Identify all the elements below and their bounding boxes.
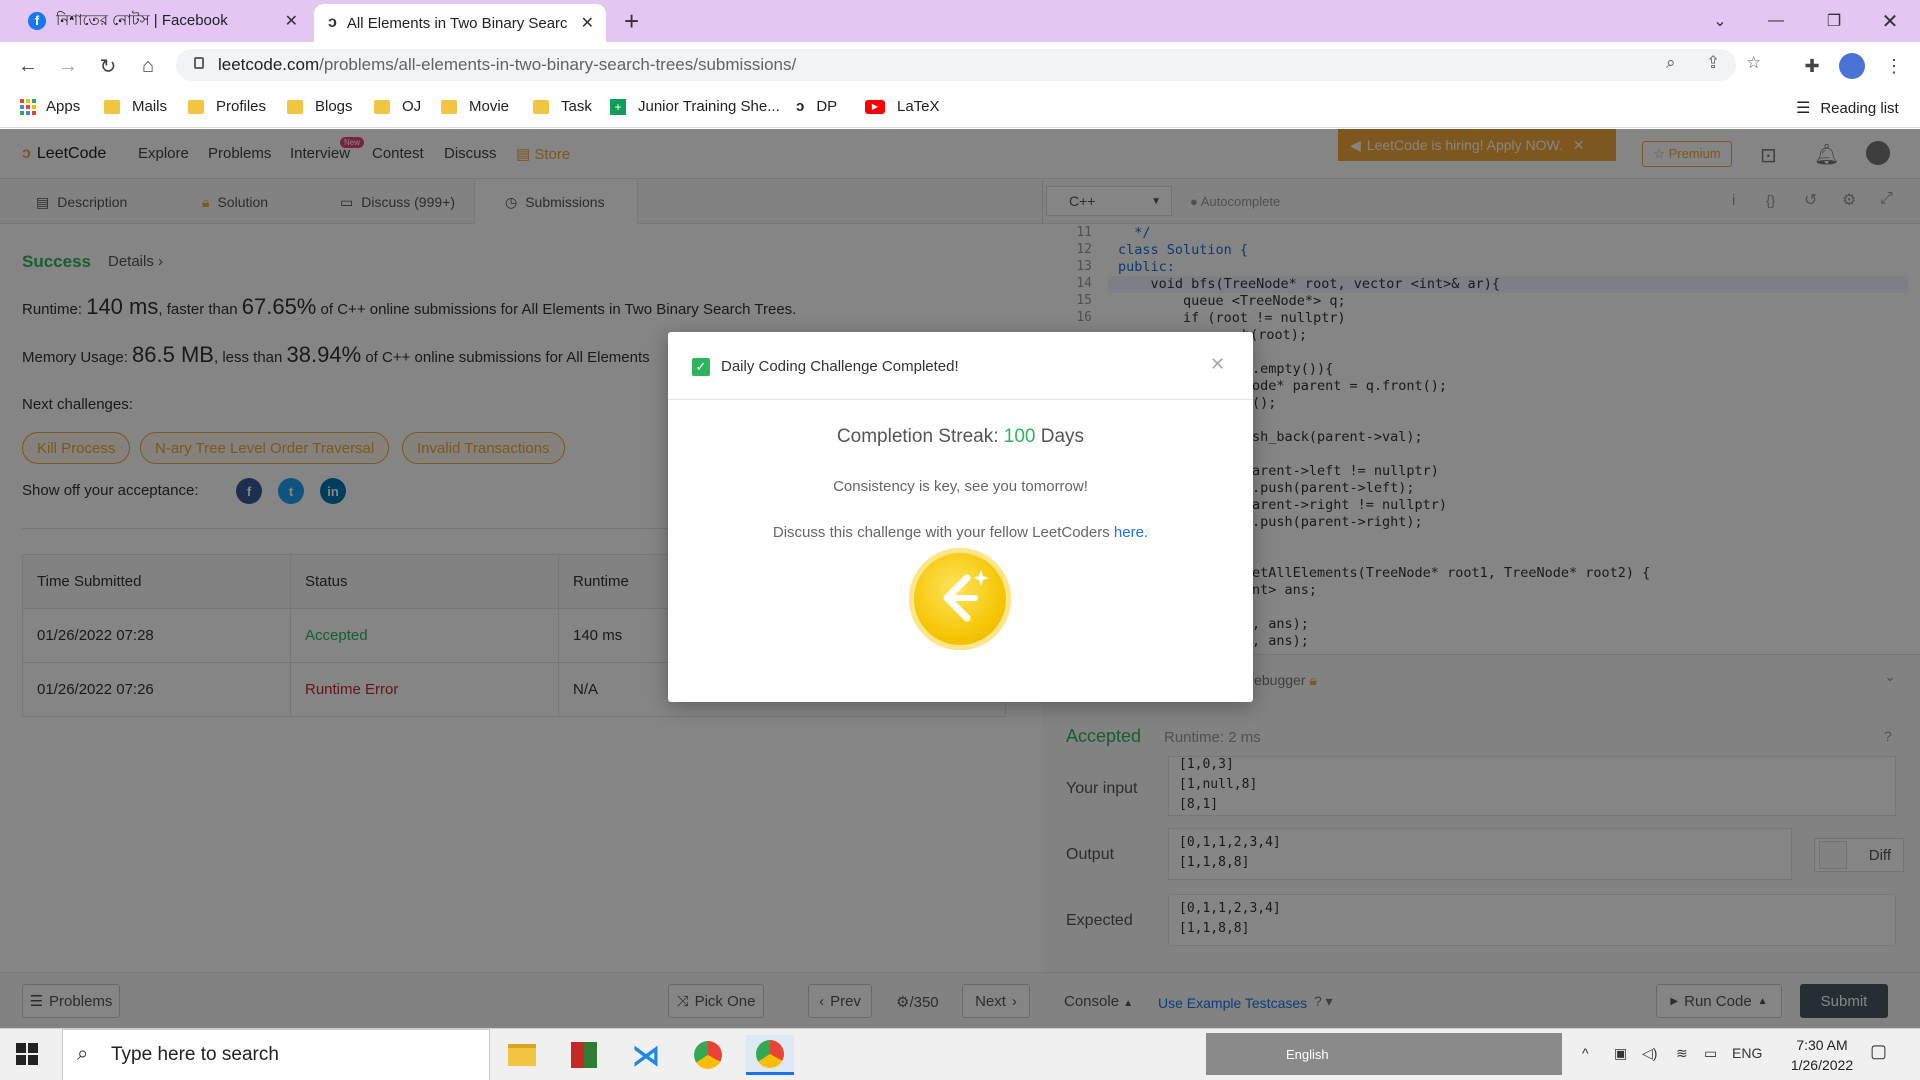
- meet-icon[interactable]: ▣: [1614, 1045, 1627, 1062]
- profile-avatar[interactable]: [1838, 52, 1866, 80]
- tab-search-icon[interactable]: ⌄: [1690, 0, 1750, 42]
- tray-chevron-icon[interactable]: ^: [1582, 1045, 1589, 1061]
- sheets-icon: +: [610, 98, 626, 115]
- bookmark-dp[interactable]: ↄ DP: [796, 98, 837, 115]
- streak-count: 100: [1003, 426, 1036, 447]
- notifications-icon[interactable]: ▢: [1870, 1041, 1887, 1062]
- streak-line: Completion Streak: 100 Days: [836, 426, 1085, 447]
- wifi-icon[interactable]: ≋: [1676, 1045, 1688, 1062]
- folder-icon: [104, 99, 120, 114]
- modal-header: ✓ Daily Coding Challenge Completed! ✕: [668, 332, 1253, 400]
- zoom-icon[interactable]: ⌕: [1666, 53, 1676, 73]
- forward-arrow-icon[interactable]: →: [54, 52, 82, 80]
- star-icon[interactable]: ☆: [1746, 53, 1761, 73]
- youtube-icon: ▶: [865, 99, 885, 114]
- bookmark-latex[interactable]: ▶ LaTeX: [865, 98, 940, 115]
- browser-tab-strip: f নিশাতের নোটস | Facebook ✕ ↄ All Elemen…: [0, 0, 1920, 42]
- home-icon[interactable]: ⌂: [134, 52, 162, 80]
- chrome-profile-icon[interactable]: [746, 1035, 794, 1075]
- folder-icon: [533, 99, 549, 114]
- minimize-button[interactable]: —: [1746, 0, 1806, 42]
- leetcode-icon: ↄ: [796, 98, 805, 115]
- clock[interactable]: 7:30 AM 1/26/2022: [1784, 1035, 1860, 1075]
- reload-icon[interactable]: ↻: [94, 52, 122, 80]
- url-path: /problems/all-elements-in-two-binary-sea…: [319, 55, 797, 74]
- close-icon[interactable]: ✕: [581, 13, 594, 33]
- lock-icon: [194, 57, 204, 69]
- language-bar[interactable]: English: [1206, 1033, 1562, 1075]
- browser-toolbar: ← → ↻ ⌂ leetcode.com/problems/all-elemen…: [0, 42, 1920, 88]
- folder-icon: [441, 99, 457, 114]
- tab-title: All Elements in Two Binary Search: [346, 14, 567, 32]
- folder-icon: [188, 99, 204, 114]
- leetcode-icon: ↄ: [328, 14, 337, 31]
- language-bar-label: English: [1286, 1047, 1329, 1062]
- new-tab-button[interactable]: +: [624, 6, 639, 36]
- here-link[interactable]: here.: [1114, 524, 1148, 541]
- close-icon[interactable]: ✕: [285, 11, 298, 31]
- bookmark-apps[interactable]: Apps: [20, 98, 80, 115]
- url-host: leetcode.com: [218, 55, 320, 74]
- tab-title: নিশাতের নোটস | Facebook: [56, 11, 228, 29]
- taskbar-search-input[interactable]: ⌕ Type here to search: [62, 1029, 490, 1080]
- folder-icon: [374, 99, 390, 114]
- bookmark-blogs[interactable]: Blogs: [287, 98, 353, 115]
- bookmark-task[interactable]: Task: [533, 98, 592, 115]
- window-close-button[interactable]: ✕: [1860, 0, 1920, 42]
- volume-icon[interactable]: ◁): [1642, 1045, 1657, 1062]
- reading-list[interactable]: ☰ Reading list: [1796, 98, 1899, 118]
- bookmark-junior-training[interactable]: + Junior Training She...: [610, 98, 780, 115]
- windows-start-icon[interactable]: [16, 1043, 38, 1068]
- address-bar[interactable]: leetcode.com/problems/all-elements-in-tw…: [176, 49, 1761, 81]
- bookmark-oj[interactable]: OJ: [374, 98, 421, 115]
- tab-facebook[interactable]: f নিশাতের নোটস | Facebook ✕: [14, 0, 310, 42]
- facebook-icon: f: [28, 12, 46, 30]
- tab-leetcode[interactable]: ↄ All Elements in Two Binary Search ✕: [314, 4, 606, 42]
- share-icon[interactable]: ⇪: [1706, 53, 1720, 73]
- bookmark-profiles[interactable]: Profiles: [188, 98, 266, 115]
- windows-taskbar: ⌕ Type here to search ⋊ English ^ ▣ ◁) ≋…: [0, 1028, 1920, 1080]
- close-icon[interactable]: ✕: [1210, 354, 1225, 375]
- apps-grid-icon: [20, 98, 36, 115]
- folder-icon: [287, 99, 303, 114]
- chrome-icon[interactable]: [684, 1035, 732, 1075]
- bookmarks-bar: Apps Mails Profiles Blogs OJ Movie Task …: [0, 88, 1920, 128]
- menu-icon[interactable]: ⋮: [1880, 52, 1908, 80]
- bookmark-movie[interactable]: Movie: [441, 98, 509, 115]
- app-icon[interactable]: [560, 1035, 608, 1075]
- consistency-text: Consistency is key, see you tomorrow!: [833, 478, 1088, 495]
- ime-indicator[interactable]: ENG: [1732, 1045, 1762, 1061]
- search-icon: ⌕: [77, 1043, 89, 1065]
- extensions-icon[interactable]: ✚: [1798, 52, 1826, 80]
- back-arrow-icon[interactable]: ←: [14, 52, 42, 80]
- battery-icon[interactable]: ▭: [1704, 1045, 1717, 1062]
- daily-challenge-modal: ✓ Daily Coding Challenge Completed! ✕ Co…: [668, 332, 1253, 702]
- maximize-button[interactable]: ❐: [1804, 0, 1864, 42]
- discuss-text: Discuss this challenge with your fellow …: [772, 524, 1149, 541]
- leetcode-coin-logo: [943, 570, 989, 622]
- modal-title: Daily Coding Challenge Completed!: [721, 358, 959, 375]
- file-explorer-icon[interactable]: [498, 1035, 546, 1075]
- checkbox-icon: ✓: [692, 358, 710, 376]
- reading-list-icon: ☰: [1796, 100, 1811, 117]
- bookmark-mails[interactable]: Mails: [104, 98, 167, 115]
- leetcoin-icon: [909, 548, 1011, 650]
- vscode-icon[interactable]: ⋊: [622, 1035, 670, 1075]
